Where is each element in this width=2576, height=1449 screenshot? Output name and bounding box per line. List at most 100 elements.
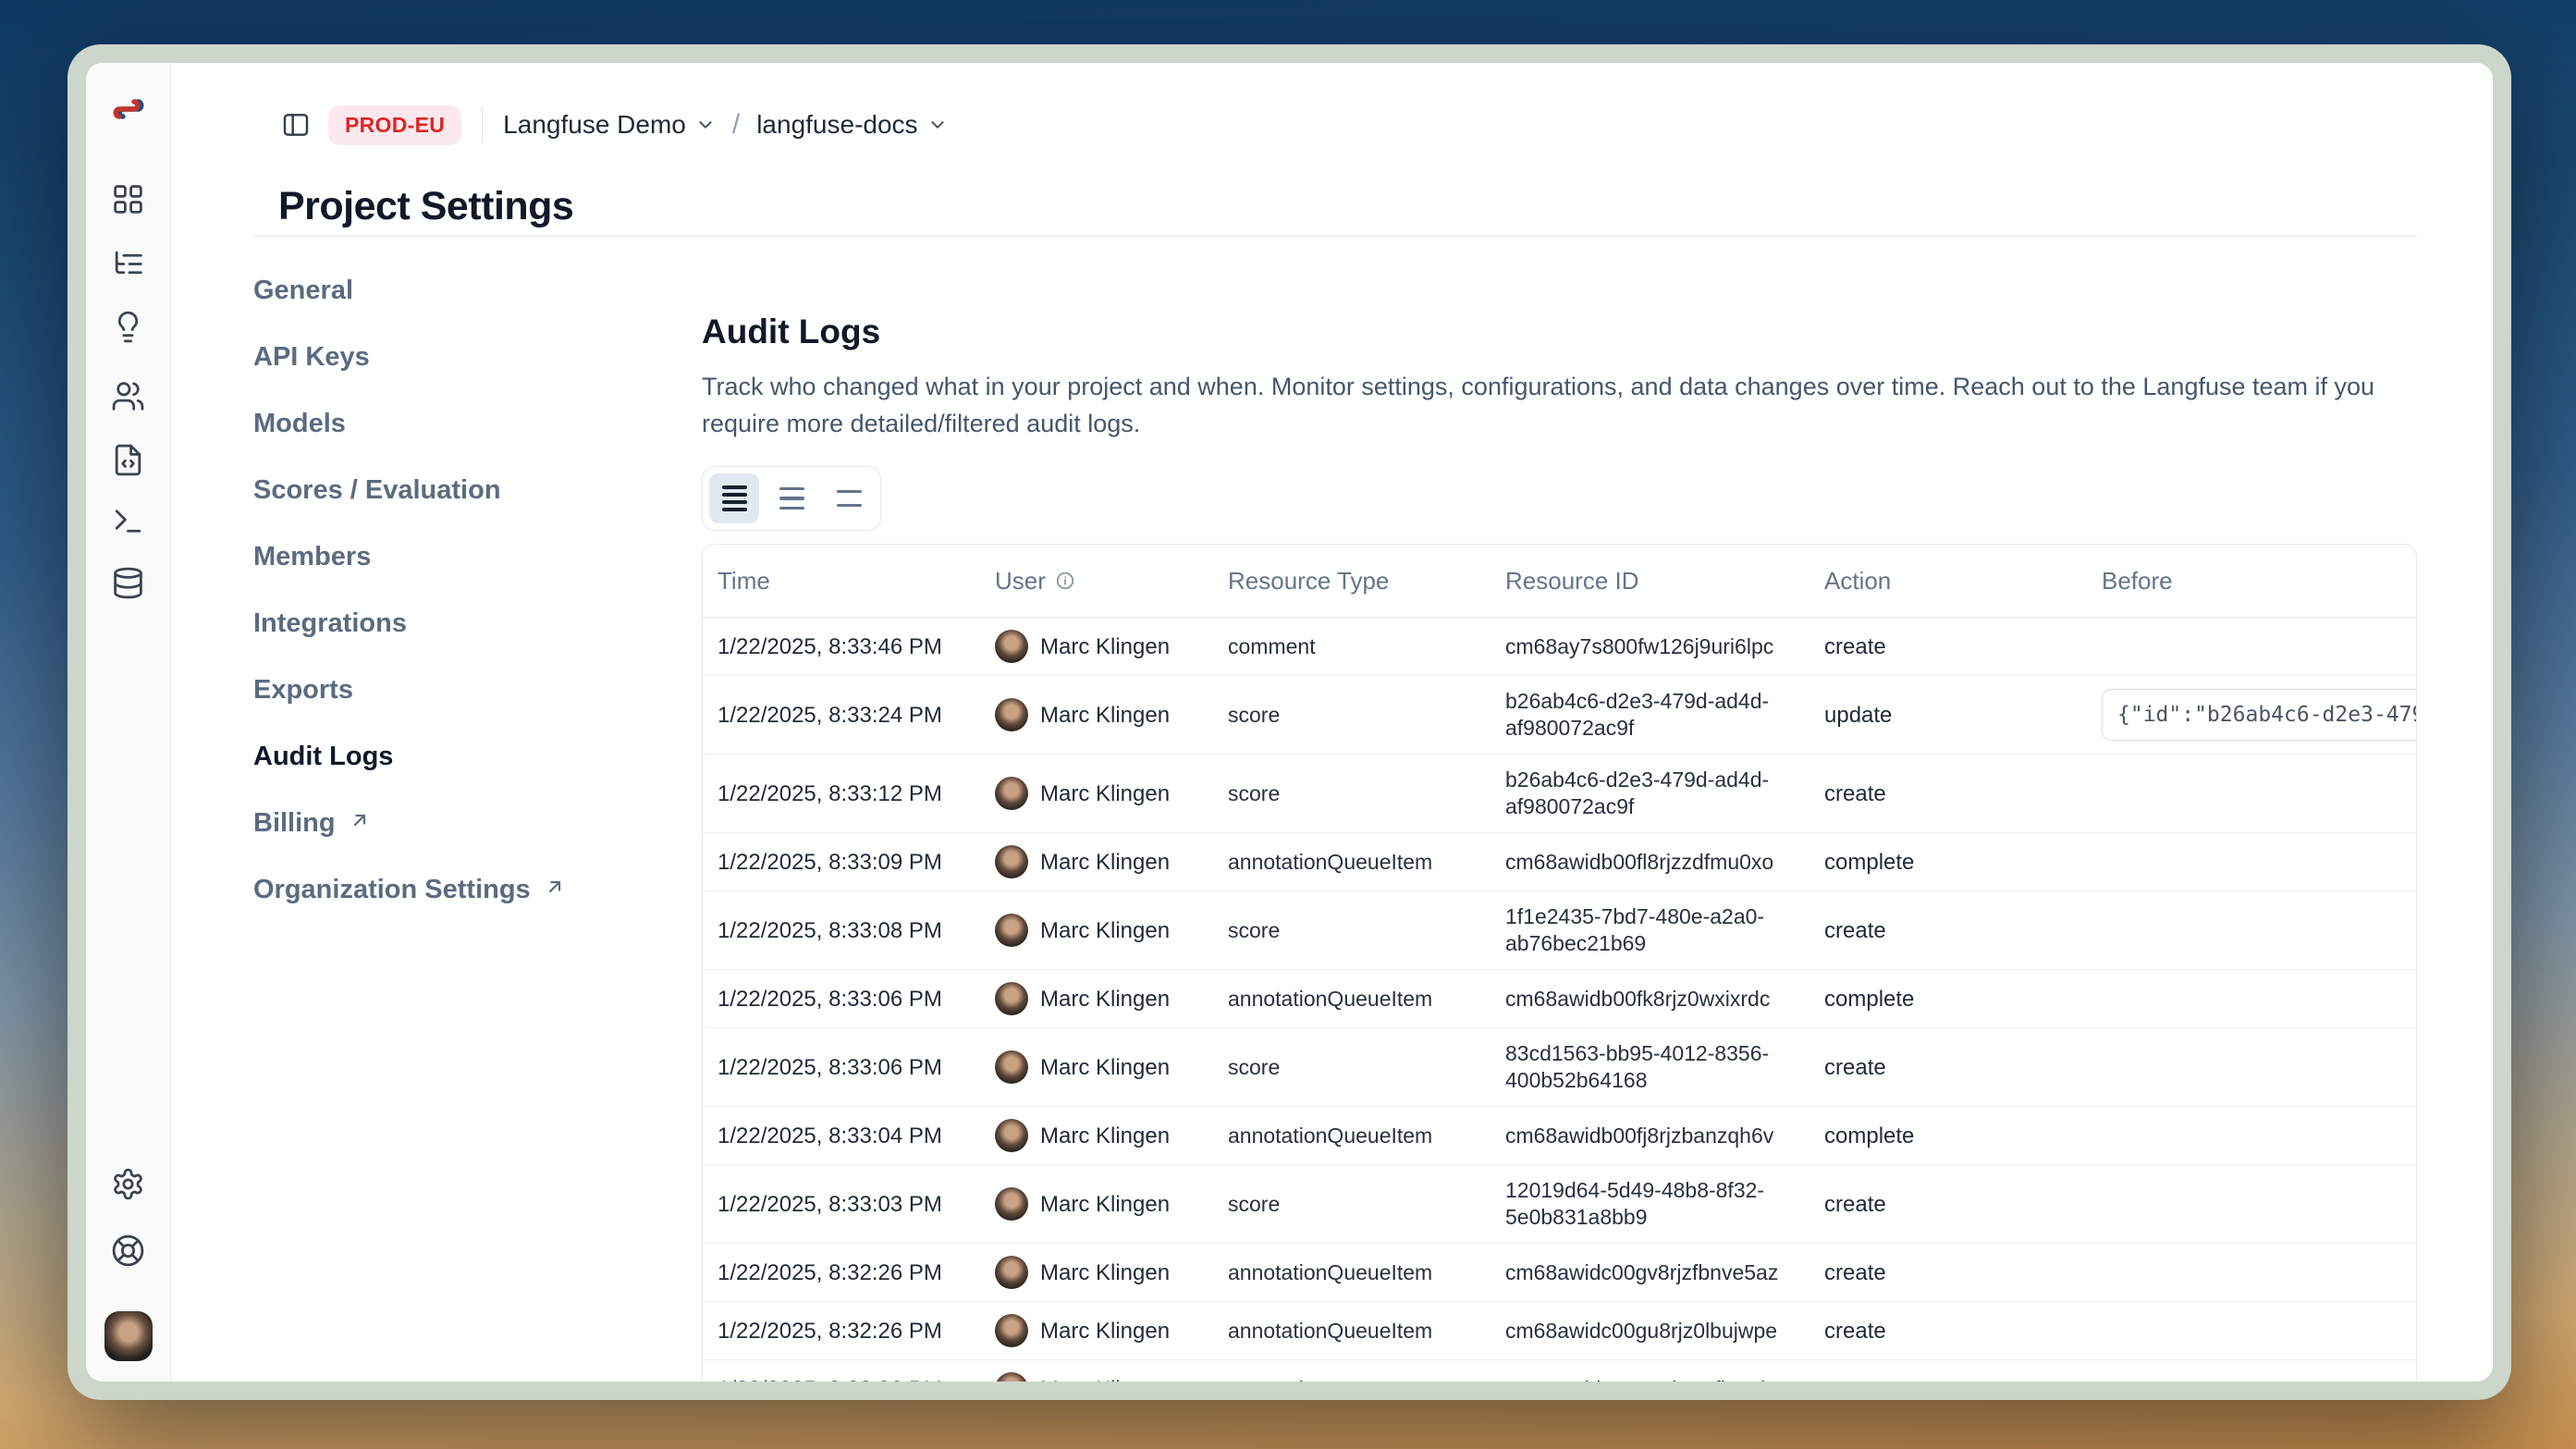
resource-type-cell: annotationQueueItem bbox=[1213, 1111, 1490, 1161]
user-avatar[interactable] bbox=[104, 1312, 153, 1360]
action-cell: create bbox=[1809, 1179, 2087, 1230]
resource-type-cell: annotationQueueItem bbox=[1213, 974, 1490, 1025]
resource-id-cell: cm68awidc00gv8rjzfbnve5az bbox=[1490, 1247, 1809, 1298]
user-avatar-thumb bbox=[995, 1187, 1028, 1221]
user-name: Marc Klingen bbox=[1040, 1123, 1170, 1149]
rows-dense-icon bbox=[722, 484, 747, 513]
settings-nav-label: Exports bbox=[253, 675, 353, 706]
resource-id-cell: b26ab4c6-d2e3-479d-ad4d-af980072ac9f bbox=[1490, 755, 1809, 832]
resource-id-cell: cm68awidc00gt8rjzw2fkm8bo bbox=[1490, 1364, 1809, 1382]
action-cell: update bbox=[1809, 690, 2087, 741]
audit-log-row: 1/22/2025, 8:33:12 PM Marc Klingen score… bbox=[703, 755, 2416, 833]
settings-nav-item-organization-settings[interactable]: Organization Settings bbox=[253, 871, 651, 908]
row-height-dense-button[interactable] bbox=[709, 473, 759, 523]
settings-nav-label: Billing bbox=[253, 808, 336, 839]
resource-type-cell: score bbox=[1213, 768, 1490, 819]
user-cell: Marc Klingen bbox=[980, 902, 1213, 959]
resource-type-cell: annotationQueueItem bbox=[1213, 837, 1490, 888]
user-avatar-thumb bbox=[995, 1314, 1028, 1347]
app-window: PROD-EU Langfuse Demo / langfuse-docs Pr… bbox=[67, 44, 2511, 1400]
file-code-icon[interactable] bbox=[104, 436, 153, 484]
audit-log-row: 1/22/2025, 8:32:26 PM Marc Klingen annot… bbox=[703, 1360, 2416, 1381]
before-cell bbox=[2087, 1055, 2416, 1079]
user-cell: Marc Klingen bbox=[980, 833, 1213, 890]
action-cell: create bbox=[1809, 768, 2087, 819]
resource-id-cell: 1f1e2435-7bd7-480e-a2a0-ab76bec21b69 bbox=[1490, 891, 1809, 969]
panel-left-icon bbox=[281, 110, 311, 140]
time-cell: 1/22/2025, 8:33:46 PM bbox=[703, 621, 980, 672]
settings-nav-item-models[interactable]: Models bbox=[253, 405, 651, 442]
table-body: 1/22/2025, 8:33:46 PM Marc Klingen comme… bbox=[703, 618, 2416, 1381]
before-cell bbox=[2087, 1124, 2416, 1148]
external-link-icon bbox=[544, 875, 566, 905]
gear-icon[interactable] bbox=[104, 1160, 153, 1208]
settings-nav-item-audit-logs[interactable]: Audit Logs bbox=[253, 738, 651, 775]
audit-logs-description: Track who changed what in your project a… bbox=[702, 368, 2422, 442]
time-cell: 1/22/2025, 8:33:24 PM bbox=[703, 690, 980, 741]
desktop-background: PROD-EU Langfuse Demo / langfuse-docs Pr… bbox=[0, 0, 2576, 1449]
user-name: Marc Klingen bbox=[1040, 986, 1170, 1013]
settings-nav-item-billing[interactable]: Billing bbox=[253, 804, 651, 841]
langfuse-logo-icon[interactable] bbox=[104, 85, 153, 133]
settings-nav-item-scores-evaluation[interactable]: Scores / Evaluation bbox=[253, 472, 651, 509]
user-cell: Marc Klingen bbox=[980, 970, 1213, 1027]
time-cell: 1/22/2025, 8:33:03 PM bbox=[703, 1179, 980, 1230]
before-cell bbox=[2087, 850, 2416, 874]
time-cell: 1/22/2025, 8:33:09 PM bbox=[703, 837, 980, 888]
before-cell bbox=[2087, 918, 2416, 942]
content-area: PROD-EU Langfuse Demo / langfuse-docs Pr… bbox=[171, 63, 2493, 1381]
settings-nav-label: Members bbox=[253, 542, 371, 572]
action-cell: complete bbox=[1809, 974, 2087, 1025]
chevron-down-icon bbox=[927, 115, 948, 135]
audit-log-row: 1/22/2025, 8:33:03 PM Marc Klingen score… bbox=[703, 1165, 2416, 1244]
breadcrumb: PROD-EU Langfuse Demo / langfuse-docs bbox=[278, 104, 948, 146]
project-selector[interactable]: langfuse-docs bbox=[756, 110, 947, 140]
before-json-preview[interactable]: {"id":"b26ab4c6-d2e3-479d-a bbox=[2102, 689, 2417, 741]
before-cell bbox=[2087, 1192, 2416, 1216]
column-header-resource-id: Resource ID bbox=[1490, 567, 1809, 596]
settings-nav-item-api-keys[interactable]: API Keys bbox=[253, 338, 651, 375]
audit-log-row: 1/22/2025, 8:33:24 PM Marc Klingen score… bbox=[703, 676, 2416, 755]
before-cell bbox=[2087, 1319, 2416, 1343]
dashboard-grid-icon[interactable] bbox=[104, 175, 153, 223]
settings-nav-item-exports[interactable]: Exports bbox=[253, 671, 651, 708]
audit-logs-heading: Audit Logs bbox=[702, 313, 880, 351]
settings-nav-label: Models bbox=[253, 409, 346, 439]
audit-logs-table[interactable]: Time User Resource Type Resource ID Acti… bbox=[702, 544, 2417, 1381]
time-cell: 1/22/2025, 8:33:04 PM bbox=[703, 1111, 980, 1161]
terminal-icon[interactable] bbox=[104, 497, 153, 545]
before-cell bbox=[2087, 1260, 2416, 1284]
icon-rail bbox=[86, 63, 171, 1381]
users-icon[interactable] bbox=[104, 372, 153, 420]
before-cell: {"id":"b26ab4c6-d2e3-479d-a bbox=[2087, 677, 2416, 753]
user-avatar-thumb bbox=[995, 698, 1028, 731]
trace-tree-icon[interactable] bbox=[104, 239, 153, 288]
settings-nav-item-general[interactable]: General bbox=[253, 272, 651, 309]
database-icon[interactable] bbox=[104, 559, 153, 607]
user-avatar-thumb bbox=[995, 914, 1028, 947]
user-name: Marc Klingen bbox=[1040, 702, 1170, 729]
user-name: Marc Klingen bbox=[1040, 849, 1170, 876]
row-height-sparse-button[interactable] bbox=[824, 473, 874, 523]
resource-type-cell: annotationQueueItem bbox=[1213, 1306, 1490, 1357]
row-height-medium-button[interactable] bbox=[767, 473, 816, 523]
resource-id-cell: cm68awidb00fj8rjzbanzqh6v bbox=[1490, 1111, 1809, 1161]
lightbulb-icon[interactable] bbox=[104, 302, 153, 350]
toggle-sidebar-button[interactable] bbox=[278, 107, 313, 142]
user-cell: Marc Klingen bbox=[980, 1107, 1213, 1164]
page-title: Project Settings bbox=[278, 184, 573, 229]
user-cell: Marc Klingen bbox=[980, 686, 1213, 743]
life-buoy-icon[interactable] bbox=[104, 1226, 153, 1274]
audit-log-row: 1/22/2025, 8:33:04 PM Marc Klingen annot… bbox=[703, 1107, 2416, 1165]
time-cell: 1/22/2025, 8:33:08 PM bbox=[703, 905, 980, 956]
header-divider bbox=[253, 236, 2417, 237]
row-height-toggle bbox=[702, 466, 881, 531]
resource-id-cell: cm68ay7s800fw126j9uri6lpc bbox=[1490, 621, 1809, 672]
settings-nav-label: Organization Settings bbox=[253, 875, 531, 905]
settings-nav-item-integrations[interactable]: Integrations bbox=[253, 605, 651, 642]
settings-nav-label: API Keys bbox=[253, 342, 370, 373]
org-selector[interactable]: Langfuse Demo bbox=[503, 110, 716, 140]
column-header-action: Action bbox=[1809, 567, 2087, 596]
user-name: Marc Klingen bbox=[1040, 1054, 1170, 1081]
settings-nav-item-members[interactable]: Members bbox=[253, 538, 651, 575]
